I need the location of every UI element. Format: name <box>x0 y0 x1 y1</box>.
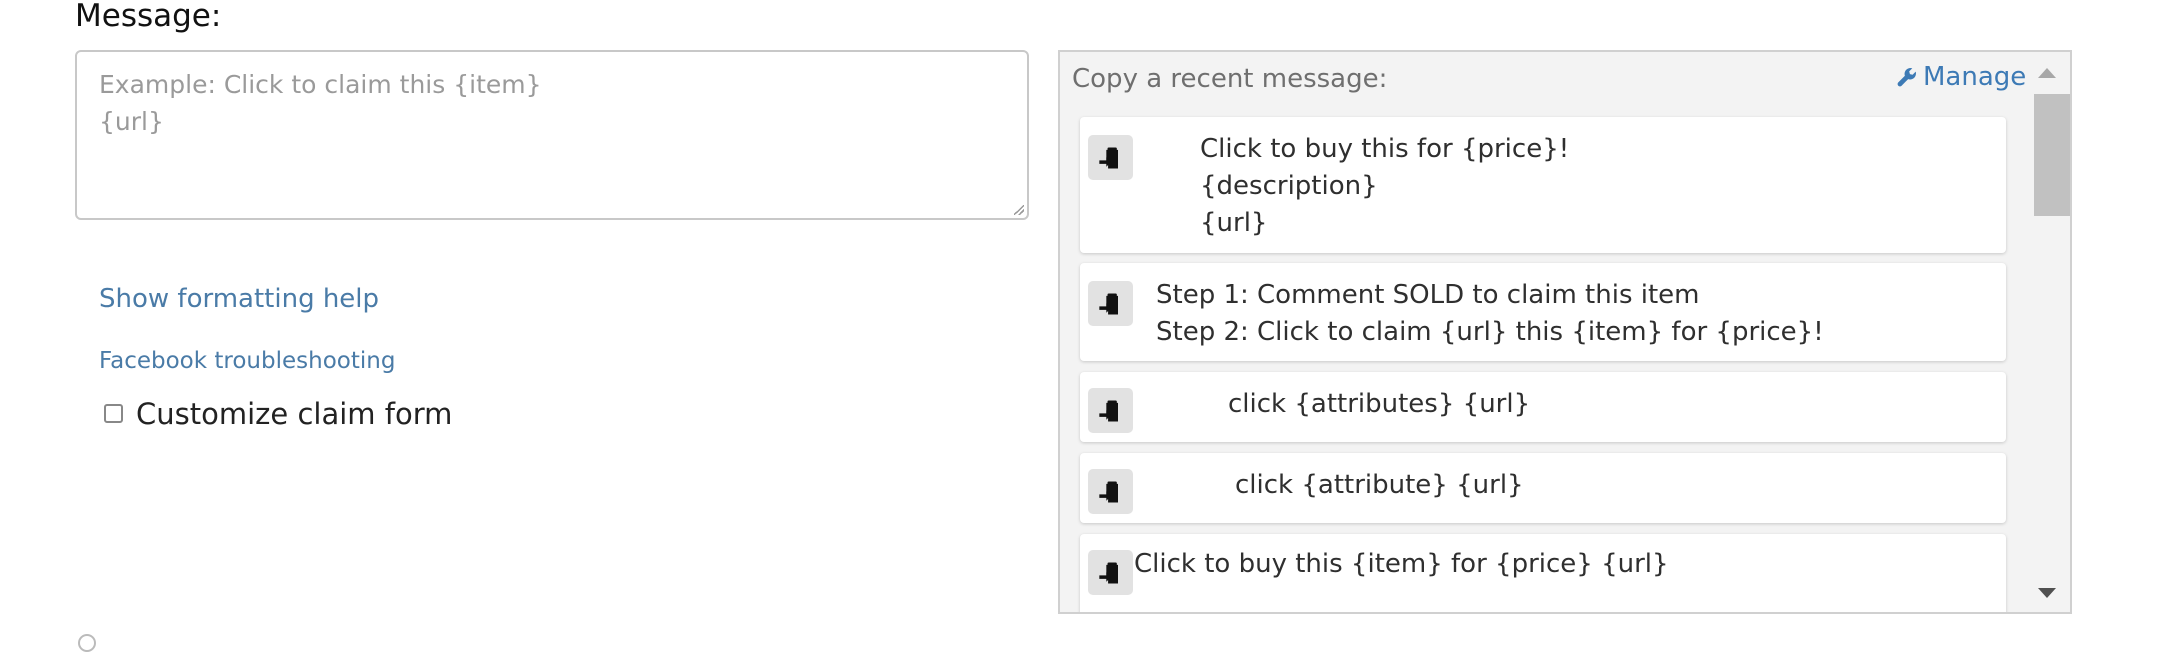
clipboard-paste-icon <box>1098 481 1118 502</box>
message-textarea[interactable]: Example: Click to claim this {item} {url… <box>75 50 1029 220</box>
facebook-troubleshooting-link[interactable]: Facebook troubleshooting <box>99 348 395 374</box>
copy-message-button[interactable] <box>1088 281 1133 326</box>
recent-message-text: Click to buy this for {price}! {descript… <box>1200 134 1570 238</box>
copy-message-button[interactable] <box>1088 388 1133 433</box>
clipboard-paste-icon <box>1098 293 1118 314</box>
wrench-icon <box>1897 68 1916 87</box>
clipboard-paste-icon <box>1098 562 1118 583</box>
customize-claim-form-label[interactable]: Customize claim form <box>136 397 452 431</box>
copy-message-button[interactable] <box>1088 469 1133 514</box>
scrollbar-thumb[interactable] <box>2034 94 2070 216</box>
recent-message-text: Step 1: Comment SOLD to claim this item … <box>1156 280 1824 347</box>
clipboard-paste-icon <box>1098 147 1118 168</box>
recent-message-card: Step 1: Comment SOLD to claim this item … <box>1080 263 2006 361</box>
radio-icon[interactable] <box>78 634 96 652</box>
message-label: Message: <box>75 0 222 34</box>
manage-link[interactable]: Manage <box>1896 62 2026 92</box>
scroll-up-icon[interactable] <box>2038 68 2056 78</box>
resize-grip-icon[interactable] <box>1014 205 1024 215</box>
manage-label: Manage <box>1923 62 2027 92</box>
recent-messages-panel: Copy a recent message: Manage Click to b… <box>1058 50 2072 614</box>
copy-message-button[interactable] <box>1088 135 1133 180</box>
clipboard-paste-icon <box>1098 400 1118 421</box>
recent-message-card: click {attributes} {url} <box>1080 372 2006 442</box>
recent-messages-title: Copy a recent message: <box>1072 64 1388 94</box>
customize-claim-form-checkbox[interactable] <box>104 404 123 423</box>
copy-message-button[interactable] <box>1088 550 1133 595</box>
recent-message-card: click {attribute} {url} <box>1080 453 2006 523</box>
recent-message-text: click {attributes} {url} <box>1228 389 1531 419</box>
message-placeholder: Example: Click to claim this {item} {url… <box>99 70 542 136</box>
recent-message-card: Click to buy this {item} for {price} {ur… <box>1080 534 2006 612</box>
recent-messages-scrollbar[interactable] <box>2028 52 2070 612</box>
scroll-down-icon[interactable] <box>2038 588 2056 598</box>
show-formatting-help-link[interactable]: Show formatting help <box>99 284 379 314</box>
recent-message-card: Click to buy this for {price}! {descript… <box>1080 117 2006 253</box>
recent-message-text: click {attribute} {url} <box>1235 470 1524 500</box>
recent-message-text: Click to buy this {item} for {price} {ur… <box>1134 549 1669 579</box>
